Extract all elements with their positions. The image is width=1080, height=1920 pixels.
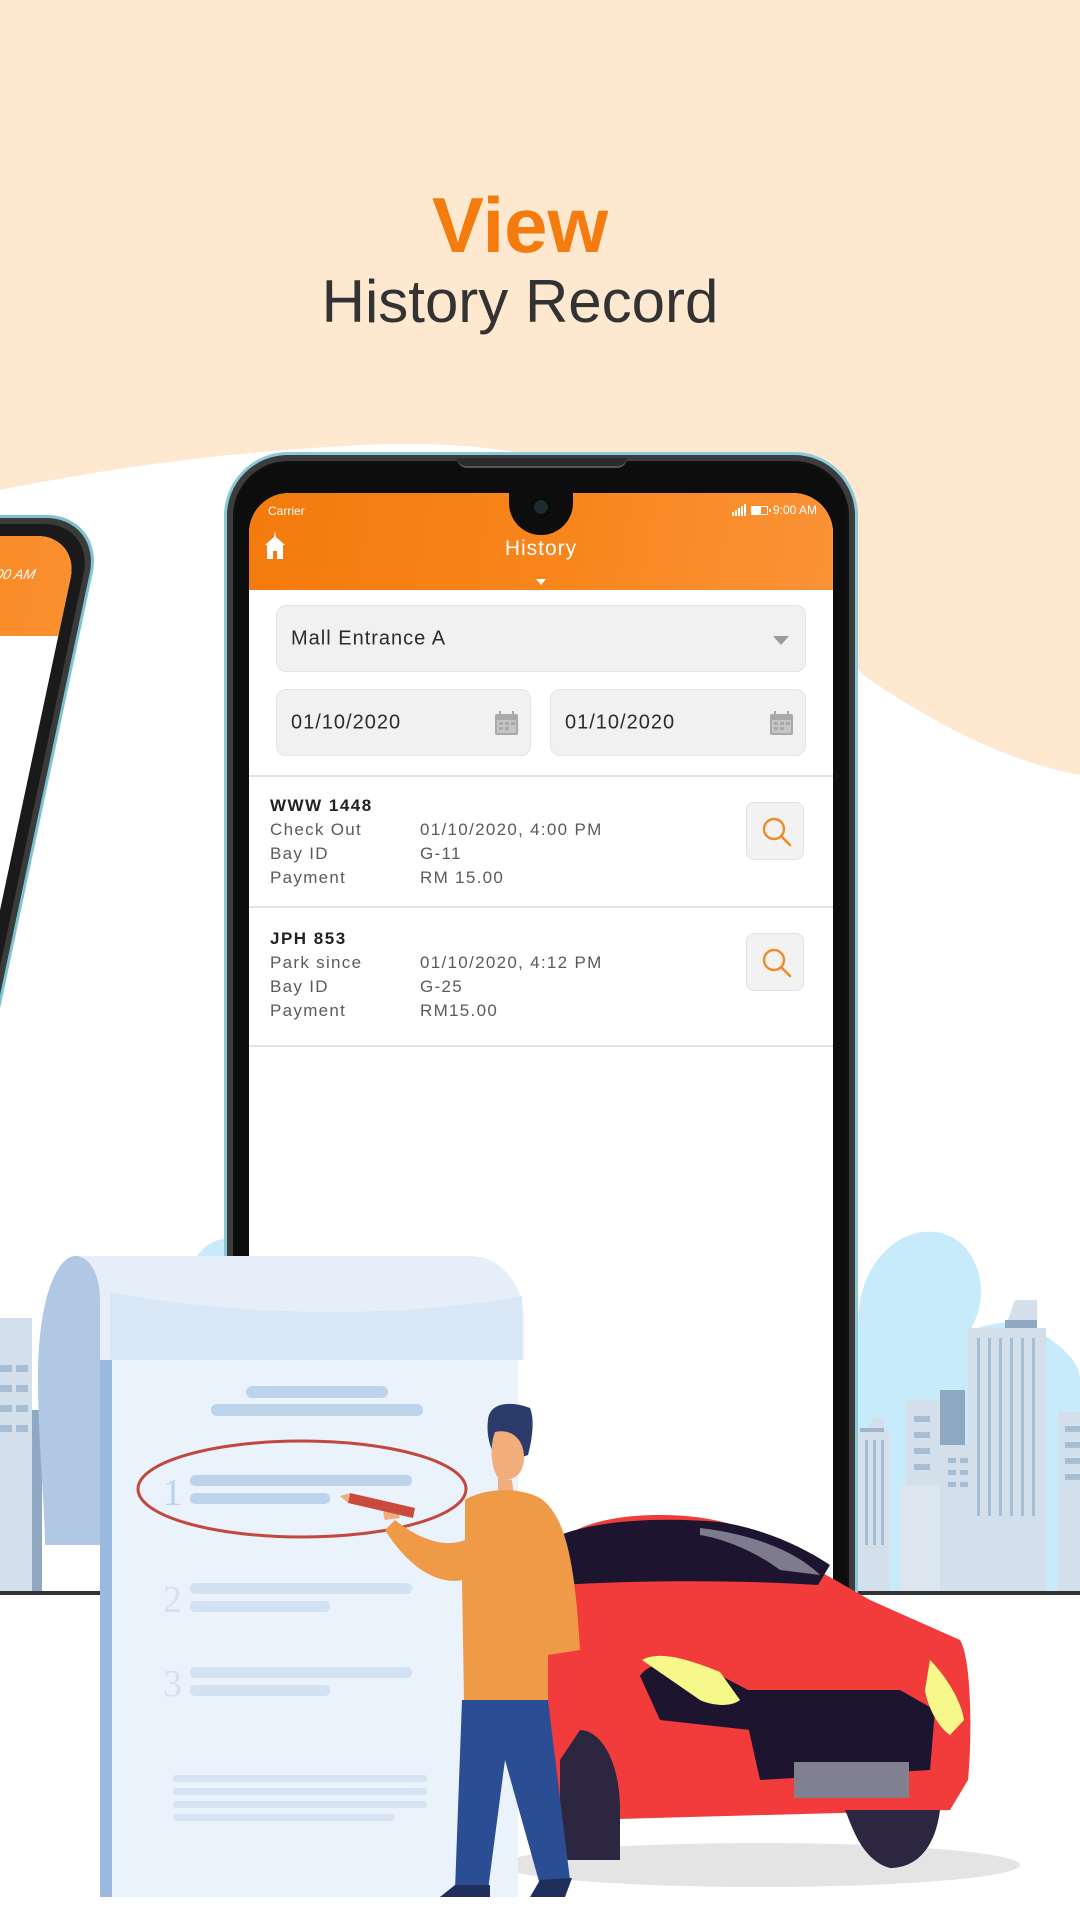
location-value: Mall Entrance A [291, 627, 447, 649]
battery-icon [750, 505, 771, 515]
view-record-button[interactable] [746, 802, 804, 860]
list-divider [249, 1045, 833, 1047]
record-row: Check Out 01/10/2020, 4:00 PM [270, 820, 603, 840]
chevron-down-icon[interactable] [536, 579, 546, 585]
record-label: Park since [270, 953, 363, 972]
record-plate: JPH 853 [270, 929, 347, 948]
hero-heading: View History Record [0, 180, 1040, 338]
page-title: History [504, 537, 578, 560]
view-record-button[interactable] [746, 933, 804, 991]
date-to-value: 01/10/2020 [565, 711, 676, 733]
record-value: 01/10/2020, 4:12 PM [420, 953, 603, 972]
record-label: Payment [270, 868, 347, 887]
record-value: G-11 [420, 844, 462, 863]
date-from-value: 01/10/2020 [291, 711, 402, 733]
hero-accent-text: View [431, 181, 609, 269]
phone-speaker [457, 458, 627, 468]
calendar-icon [495, 711, 518, 735]
record-label: Payment [270, 1001, 347, 1020]
search-icon [762, 817, 792, 847]
dropdown-arrow-icon [773, 636, 789, 645]
record-row: Payment RM 15.00 [270, 868, 504, 888]
calendar-icon [770, 711, 793, 735]
status-right: 9:00 AM [731, 503, 817, 517]
background-phone-time: 9:00 AM [0, 566, 38, 582]
record-row: Park since 01/10/2020, 4:12 PM [270, 953, 603, 973]
location-dropdown[interactable]: Mall Entrance A [276, 605, 806, 672]
record-label: Bay ID [270, 844, 329, 863]
date-from-field[interactable]: 01/10/2020 [276, 689, 531, 756]
background-phone-header: 9:00 AM [0, 536, 80, 636]
phone-screen: Carrier 9:00 AM History Mall Entrance A … [249, 493, 833, 1683]
record-row: Payment RM15.00 [270, 1001, 498, 1021]
record-value: RM15.00 [420, 1001, 499, 1020]
history-record[interactable]: WWW 1448 Check Out 01/10/2020, 4:00 PM Ba… [249, 777, 833, 905]
record-row: Bay ID G-11 [270, 844, 462, 864]
record-label: Bay ID [270, 977, 329, 996]
record-value: RM 15.00 [420, 868, 505, 887]
record-value: 01/10/2020, 4:00 PM [420, 820, 603, 839]
camera-icon [531, 497, 551, 517]
record-plate: WWW 1448 [270, 796, 373, 815]
record-value: G-25 [420, 977, 463, 996]
history-record[interactable]: JPH 853 Park since 01/10/2020, 4:12 PM Ba… [249, 908, 833, 1044]
search-icon [762, 948, 792, 978]
phone-mockup: Carrier 9:00 AM History Mall Entrance A … [224, 452, 858, 1702]
status-time: 9:00 AM [772, 503, 817, 517]
date-to-field[interactable]: 01/10/2020 [550, 689, 806, 756]
hero-subtitle-text: History Record [321, 268, 719, 335]
record-row: Bay ID G-25 [270, 977, 463, 997]
record-label: Check Out [270, 820, 363, 839]
status-carrier: Carrier [268, 504, 305, 518]
signal-icon [731, 504, 746, 516]
